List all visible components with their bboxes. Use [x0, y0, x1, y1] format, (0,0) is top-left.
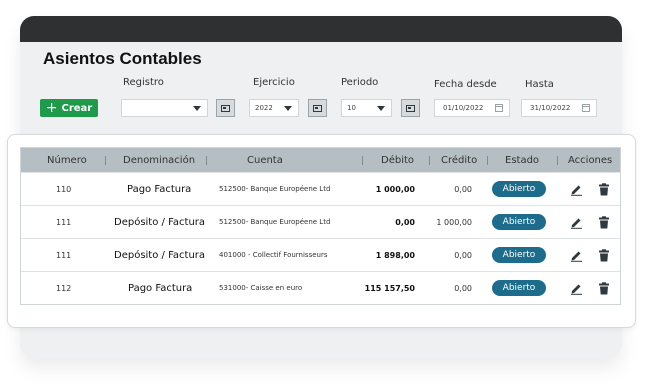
- fecha-desde-value: 01/10/2022: [443, 104, 484, 112]
- hasta-value: 31/10/2022: [530, 104, 571, 112]
- fecha-desde-input[interactable]: 01/10/2022: [434, 99, 510, 117]
- ejercicio-lookup-button[interactable]: [308, 99, 327, 117]
- cell-cuenta: 531000- Caisse en euro: [219, 284, 303, 292]
- cell-numero: 112: [56, 283, 72, 293]
- header-estado[interactable]: Estado: [505, 148, 539, 172]
- header-numero[interactable]: Número: [47, 148, 87, 172]
- window-title-bar: [20, 16, 622, 42]
- create-button[interactable]: + Crear: [40, 99, 98, 117]
- cell-debito: 1 898,00: [375, 250, 415, 260]
- calendar-icon[interactable]: [495, 104, 503, 112]
- table-row[interactable]: 111 Depósito / Factura 401000 - Collecti…: [21, 238, 620, 271]
- ejercicio-select[interactable]: 2022: [249, 99, 299, 117]
- column-separator: [487, 156, 488, 165]
- status-badge[interactable]: Abierto: [492, 214, 546, 230]
- cell-debito: 115 157,50: [364, 283, 415, 293]
- cell-debito: 0,00: [395, 217, 415, 227]
- ejercicio-select-value: 2022: [255, 104, 273, 112]
- registro-select[interactable]: [121, 99, 208, 117]
- entries-table: Número Denominación Cuenta Débito Crédit…: [20, 147, 621, 305]
- periodo-select-value: 10: [347, 104, 356, 112]
- chevron-down-icon: [193, 106, 201, 111]
- table-row[interactable]: 112 Pago Factura 531000- Caisse en euro …: [21, 271, 620, 304]
- fecha-desde-label: Fecha desde: [434, 79, 497, 90]
- trash-icon[interactable]: [597, 248, 611, 262]
- cell-debito: 1 000,00: [375, 184, 415, 194]
- column-separator: [206, 156, 207, 165]
- status-badge[interactable]: Abierto: [492, 181, 546, 197]
- registro-lookup-button[interactable]: [216, 99, 235, 117]
- ejercicio-label: Ejercicio: [253, 77, 295, 88]
- cell-numero: 111: [56, 217, 72, 227]
- cell-credito: 0,00: [454, 283, 472, 293]
- cell-cuenta: 512500- Banque Européene Ltd: [219, 185, 331, 193]
- calendar-icon[interactable]: [582, 104, 590, 112]
- header-debito[interactable]: Débito: [381, 148, 414, 172]
- plus-icon: +: [45, 100, 58, 116]
- status-badge[interactable]: Abierto: [492, 280, 546, 296]
- table-header: Número Denominación Cuenta Débito Crédit…: [21, 148, 620, 172]
- cell-denominacion: Pago Factura: [127, 183, 192, 195]
- pencil-icon[interactable]: [569, 281, 583, 295]
- lookup-icon: [221, 104, 230, 112]
- lookup-icon: [406, 104, 415, 112]
- page-title: Asientos Contables: [43, 49, 202, 68]
- column-separator: [557, 156, 558, 165]
- cell-credito: 0,00: [454, 250, 472, 260]
- pencil-icon[interactable]: [569, 182, 583, 196]
- lookup-icon: [313, 104, 322, 112]
- status-badge[interactable]: Abierto: [492, 247, 546, 263]
- pencil-icon[interactable]: [569, 248, 583, 262]
- hasta-input[interactable]: 31/10/2022: [521, 99, 597, 117]
- header-credito[interactable]: Crédito: [441, 148, 477, 172]
- hasta-label: Hasta: [525, 79, 554, 90]
- cell-denominacion: Depósito / Factura: [114, 249, 206, 261]
- header-cuenta[interactable]: Cuenta: [247, 148, 283, 172]
- cell-credito: 1 000,00: [436, 217, 472, 227]
- pencil-icon[interactable]: [569, 215, 583, 229]
- chevron-down-icon: [284, 106, 292, 111]
- registro-label: Registro: [123, 77, 164, 88]
- create-button-label: Crear: [61, 102, 93, 114]
- cell-credito: 0,00: [454, 184, 472, 194]
- column-separator: [429, 156, 430, 165]
- cell-denominacion: Pago Factura: [128, 282, 193, 294]
- chevron-down-icon: [377, 106, 385, 111]
- cell-denominacion: Depósito / Factura: [114, 216, 206, 228]
- cell-cuenta: 512500- Banque Européene Ltd: [219, 218, 331, 226]
- trash-icon[interactable]: [597, 281, 611, 295]
- cell-numero: 111: [56, 250, 72, 260]
- periodo-lookup-button[interactable]: [401, 99, 420, 117]
- periodo-select[interactable]: 10: [341, 99, 392, 117]
- header-denominacion[interactable]: Denominación: [123, 148, 195, 172]
- column-separator: [105, 156, 106, 165]
- column-separator: [362, 156, 363, 165]
- periodo-label: Periodo: [341, 77, 379, 88]
- trash-icon[interactable]: [597, 182, 611, 196]
- cell-numero: 110: [56, 184, 72, 194]
- trash-icon[interactable]: [597, 215, 611, 229]
- header-acciones: Acciones: [568, 154, 613, 166]
- cell-cuenta: 401000 - Collectif Fournisseurs: [219, 251, 328, 259]
- table-row[interactable]: 111 Depósito / Factura 512500- Banque Eu…: [21, 205, 620, 238]
- table-row[interactable]: 110 Pago Factura 512500- Banque Européen…: [21, 172, 620, 205]
